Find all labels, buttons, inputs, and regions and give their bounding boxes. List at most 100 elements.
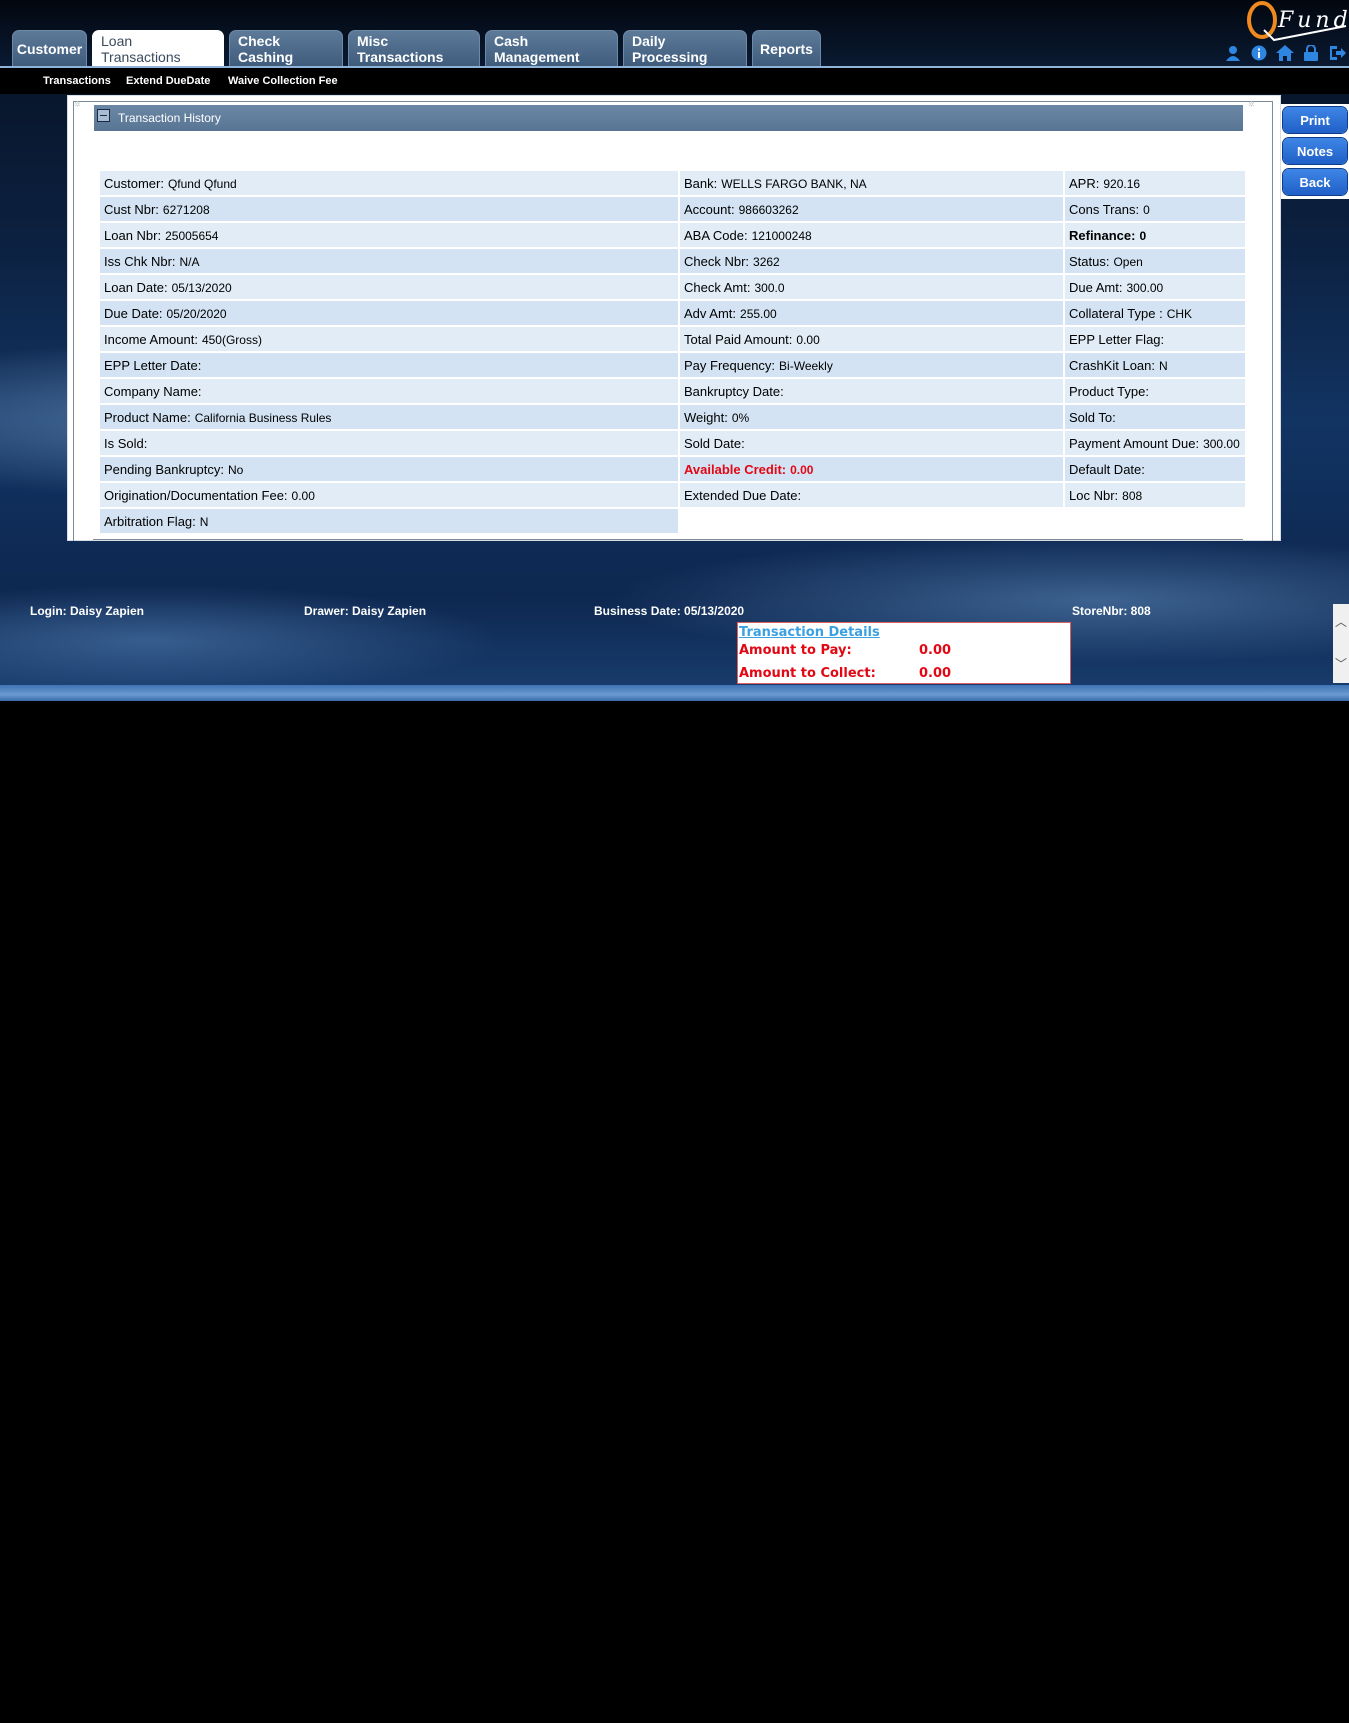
detail-label: Due Date: (104, 305, 163, 321)
detail-cell: Extended Due Date: (680, 483, 1063, 507)
detail-label: Due Amt: (1069, 279, 1123, 295)
detail-value: 3262 (753, 254, 780, 269)
detail-cell: Default Date: (1065, 457, 1245, 481)
tab-reports[interactable]: Reports (752, 30, 821, 66)
business-date: Business Date: 05/13/2020 (594, 604, 745, 618)
logo-text: Fund (1277, 8, 1349, 33)
detail-value: 0% (731, 410, 750, 425)
info-icon[interactable] (1248, 44, 1270, 62)
detail-label: Total Paid Amount: (684, 331, 793, 347)
detail-value: 25005654 (165, 228, 219, 243)
detail-value: 0 (1143, 202, 1150, 217)
detail-cell: Loan Nbr: 25005654 (100, 223, 678, 247)
detail-cell: Refinance: 0 (1065, 223, 1245, 247)
tab-misc-transactions[interactable]: Misc Transactions (348, 30, 480, 66)
subnav-transactions[interactable]: Transactions (43, 75, 111, 87)
detail-value: 986603262 (738, 202, 799, 217)
detail-row: Company Name: Bankruptcy Date: Product Typ… (100, 379, 1245, 403)
detail-cell: Cust Nbr: 6271208 (100, 197, 678, 221)
section-header: Transaction History (94, 105, 1243, 131)
footer-strip (0, 685, 1349, 701)
detail-cell: Pending Bankruptcy: No (100, 457, 678, 481)
detail-label: Payment Amount Due: (1069, 435, 1200, 451)
section-title: Transaction History (118, 111, 221, 125)
detail-label: Account: (684, 201, 735, 217)
collapse-icon[interactable] (97, 109, 110, 122)
detail-label: Origination/Documentation Fee: (104, 487, 288, 503)
scroll-down-icon[interactable]: ﹀ (1335, 658, 1347, 670)
detail-value: N/A (179, 254, 200, 269)
detail-label: Is Sold: (104, 435, 148, 451)
empty-cell (1065, 509, 1245, 533)
detail-label: Collateral Type : (1069, 305, 1163, 321)
user-icon[interactable] (1222, 44, 1244, 62)
qfund-logo: Fund (1240, 0, 1349, 42)
notes-button[interactable]: Notes (1283, 138, 1347, 164)
detail-row: Product Name: California Business Rules We… (100, 405, 1245, 429)
detail-value: 808 (1122, 488, 1143, 503)
detail-label: CrashKit Loan: (1069, 357, 1155, 373)
tab-customer[interactable]: Customer (12, 30, 87, 66)
logout-icon[interactable] (1326, 44, 1348, 62)
transaction-details-link[interactable]: Transaction Details (739, 625, 880, 640)
detail-value: No (227, 462, 244, 477)
corner-decoration-left: ✲ (74, 100, 81, 109)
detail-label: Extended Due Date: (684, 487, 802, 503)
detail-label: Product Name: (104, 409, 191, 425)
footer-scrollbar[interactable]: ︿ ﹀ (1333, 604, 1349, 683)
detail-label: Weight: (684, 409, 728, 425)
amount-to-pay-label: Amount to Pay: (739, 643, 852, 658)
print-button[interactable]: Print (1283, 107, 1347, 133)
tab-check-cashing[interactable]: Check Cashing (229, 30, 343, 66)
subnav-waive-collection-fee[interactable]: Waive Collection Fee (228, 75, 338, 87)
detail-cell: APR: 920.16 (1065, 171, 1245, 195)
detail-label: Available Credit: (684, 461, 787, 477)
detail-label: Customer: (104, 175, 164, 191)
back-button[interactable]: Back (1283, 169, 1347, 195)
subnav-extend-duedate[interactable]: Extend DueDate (126, 75, 210, 87)
detail-cell: Due Date: 05/20/2020 (100, 301, 678, 325)
tab-cash-management[interactable]: Cash Management (485, 30, 618, 66)
detail-label: Sold Date: (684, 435, 745, 451)
detail-label: Product Type: (1069, 383, 1149, 399)
amount-to-collect-label: Amount to Collect: (739, 666, 876, 681)
detail-cell: Pay Frequency: Bi-Weekly (680, 353, 1063, 377)
detail-cell: Loan Date: 05/13/2020 (100, 275, 678, 299)
detail-row: Arbitration Flag: N (100, 509, 1245, 533)
detail-cell: EPP Letter Flag: (1065, 327, 1245, 351)
detail-label: EPP Letter Date: (104, 357, 202, 373)
detail-value: 450(Gross) (201, 332, 262, 347)
tab-daily-processing[interactable]: Daily Processing (623, 30, 747, 66)
detail-label: Income Amount: (104, 331, 198, 347)
detail-value: CHK (1166, 306, 1193, 321)
detail-row: Is Sold: Sold Date: Payment Amount Due: 300… (100, 431, 1245, 455)
detail-label: Sold To: (1069, 409, 1116, 425)
detail-row: Origination/Documentation Fee: 0.00 Extend… (100, 483, 1245, 507)
detail-cell: CrashKit Loan: N (1065, 353, 1245, 377)
detail-label: Adv Amt: (684, 305, 737, 321)
detail-cell: Status: Open (1065, 249, 1245, 273)
scroll-up-icon[interactable]: ︿ (1335, 616, 1347, 628)
home-icon[interactable] (1274, 44, 1296, 62)
detail-value: 920.16 (1103, 176, 1141, 191)
detail-value: 0 (1139, 228, 1147, 243)
detail-row: Due Date: 05/20/2020 Adv Amt: 255.00 Collate… (100, 301, 1245, 325)
lock-icon[interactable] (1300, 44, 1322, 62)
detail-cell: Product Name: California Business Rules (100, 405, 678, 429)
drawer-info: Drawer: Daisy Zapien (304, 604, 427, 618)
detail-value: 121000248 (751, 228, 812, 243)
store-number: StoreNbr: 808 (1072, 604, 1151, 618)
detail-value: 255.00 (740, 306, 777, 321)
side-button-group: Print Notes Back (1281, 104, 1349, 199)
detail-cell: Weight: 0% (680, 405, 1063, 429)
top-header: Customer Loan Transactions Check Cashing… (0, 0, 1349, 68)
detail-value: 0.00 (796, 332, 820, 347)
detail-value: 05/20/2020 (166, 306, 227, 321)
detail-label: Iss Chk Nbr: (104, 253, 176, 269)
detail-cell: ABA Code: 121000248 (680, 223, 1063, 247)
detail-value: 0.00 (291, 488, 315, 503)
amount-to-pay-value: 0.00 (919, 643, 952, 658)
tab-loan-transactions[interactable]: Loan Transactions (92, 30, 224, 66)
detail-value: Open (1113, 254, 1143, 269)
detail-label: Default Date: (1069, 461, 1145, 477)
